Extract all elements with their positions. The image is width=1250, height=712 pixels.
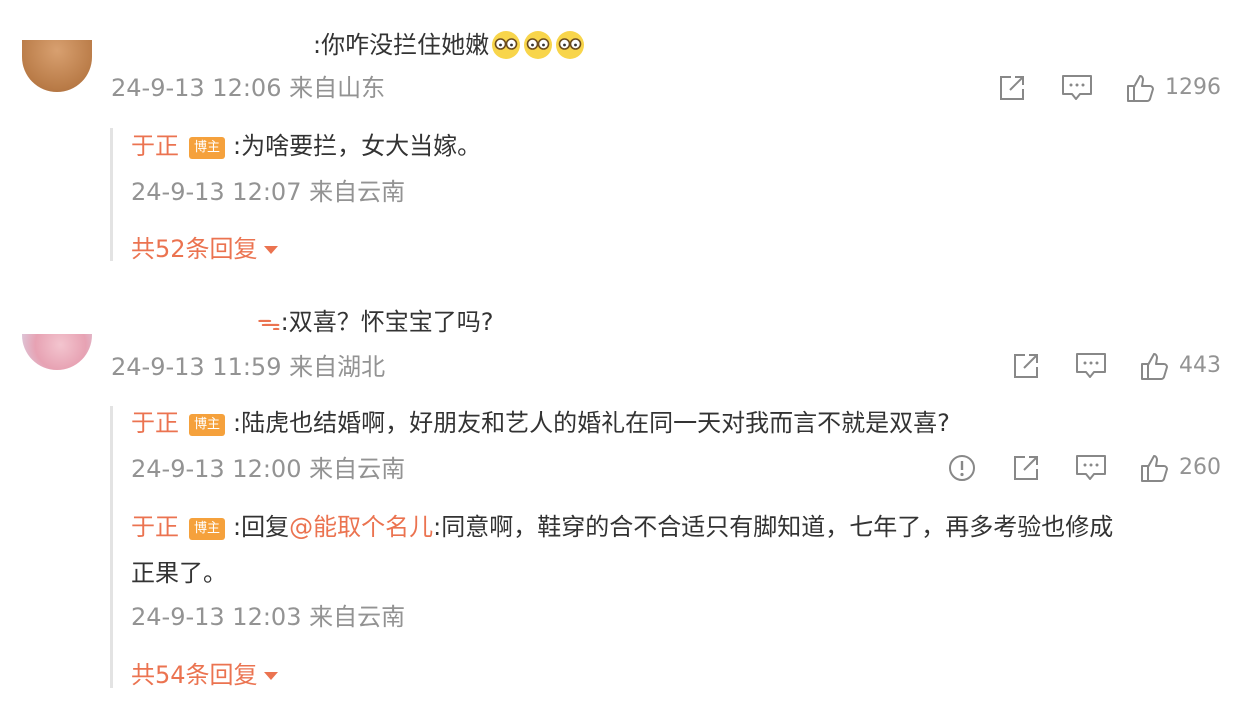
more-replies-link[interactable]: 共54条回复 [131,663,278,687]
comment-icon [1062,75,1092,100]
report-button[interactable] [948,454,976,482]
report-icon [949,455,975,481]
comment-button[interactable] [1075,352,1107,380]
reply: 于正 博主 :回复@能取个名儿:同意啊，鞋穿的合不合适只有脚知道，七年了，再多考验也… [131,515,1113,540]
share-icon [1014,354,1038,378]
reply-author[interactable]: 于正 [131,513,179,541]
avatar[interactable] [22,334,92,370]
reply-thread-line [110,406,113,688]
blogger-badge: 博主 [189,518,226,540]
comment-text: ᯓ:双喜？怀宝宝了吗? [257,310,494,334]
share-button[interactable] [1012,454,1042,482]
emoji-row [489,31,585,59]
reply-text: :为啥要拦，女大当嫁。 [233,132,482,160]
like-button[interactable]: 260 [1139,453,1221,483]
share-icon [1014,456,1038,480]
reply-meta: 24-9-13 12:00 来自云南 [131,455,406,483]
comment-text-body: :你咋没拦住她嫩 [313,31,490,59]
thumbs-up-icon [1141,353,1168,380]
thumbs-up-icon [1141,455,1168,482]
thumbs-up-icon [1127,75,1154,102]
comment-icon [1076,353,1106,378]
comment-meta: 24-9-13 11:59 来自湖北 [111,353,386,381]
like-count: 443 [1179,353,1221,378]
like-button[interactable]: 443 [1139,351,1221,381]
comment-meta: 24-9-13 12:06 来自山东 [111,74,386,102]
comment-button[interactable] [1075,454,1107,482]
more-replies-link[interactable]: 共52条回复 [131,237,278,261]
caret-down-icon [263,672,278,680]
reply-thread-line [110,128,113,261]
reply-meta: 24-9-13 12:07 来自云南 [131,178,406,206]
more-replies-label: 共52条回复 [131,235,258,263]
glasses-face-emoji-icon [556,31,585,59]
blogger-badge: 博主 [189,414,226,436]
glasses-face-emoji-icon [524,31,553,59]
share-icon [1000,76,1024,100]
avatar[interactable] [22,40,92,92]
comment-text-prefix: ᯓ [257,308,281,336]
reply: 于正 博主 :陆虎也结婚啊，好朋友和艺人的婚礼在同一天对我而言不就是双喜? [131,411,950,436]
glasses-face-emoji-icon [492,31,521,59]
like-count: 1296 [1165,75,1221,100]
comment-icon [1076,455,1106,480]
reply: 于正 博主 :为啥要拦，女大当嫁。 [131,134,481,159]
caret-down-icon [263,246,278,254]
comment-text-body: :双喜？怀宝宝了吗? [280,308,494,336]
reply-meta: 24-9-13 12:03 来自云南 [131,603,406,631]
reply-text-continued: 正果了。 [131,559,227,587]
reply-text: :陆虎也结婚啊，好朋友和艺人的婚礼在同一天对我而言不就是双喜? [233,409,950,437]
comment-text: :你咋没拦住她嫩 [313,30,585,60]
share-button[interactable] [998,74,1028,102]
mention-link[interactable]: @能取个名儿 [289,513,433,541]
comment-button[interactable] [1061,74,1093,102]
reply-author[interactable]: 于正 [131,409,179,437]
blogger-badge: 博主 [189,137,226,159]
like-button[interactable]: 1296 [1125,73,1221,103]
share-button[interactable] [1012,352,1042,380]
reply-author[interactable]: 于正 [131,132,179,160]
like-count: 260 [1179,455,1221,480]
reply-text: :同意啊，鞋穿的合不合适只有脚知道，七年了，再多考验也修成 [433,513,1114,541]
reply-prefix: :回复 [233,513,290,541]
more-replies-label: 共54条回复 [131,661,258,689]
